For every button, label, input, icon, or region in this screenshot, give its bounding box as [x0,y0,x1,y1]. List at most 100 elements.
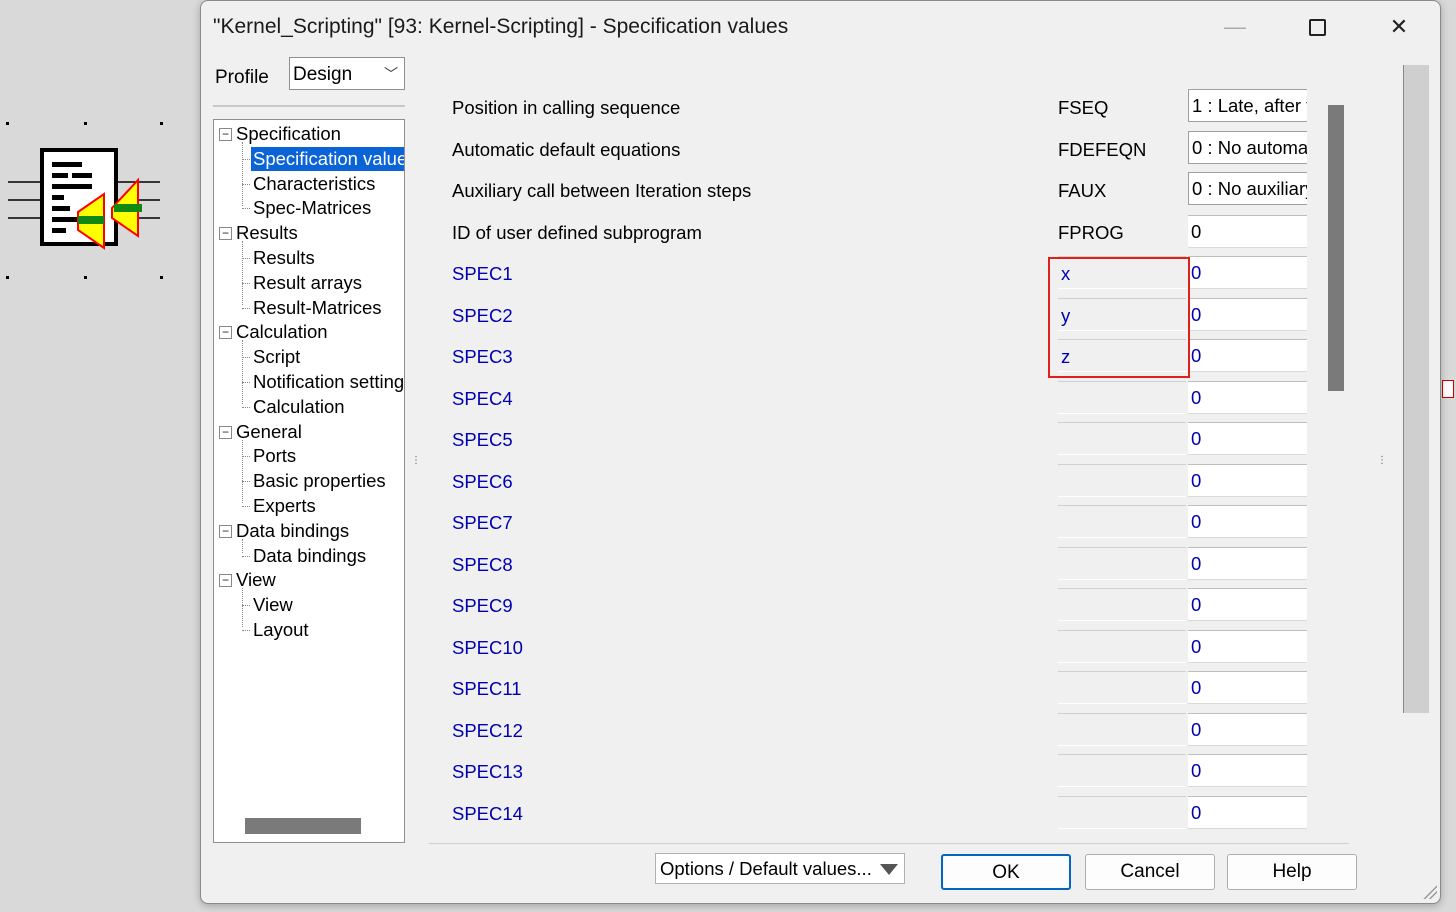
tree-connector [242,630,250,631]
title-bar[interactable]: "Kernel_Scripting" [93: Kernel-Scripting… [201,1,1440,53]
navigation-tree[interactable]: − Specification Specification values Charac… [213,119,405,843]
close-button[interactable]: ✕ [1377,9,1421,45]
spec-symbol-field[interactable]: z [1058,339,1186,372]
spec-symbol-field[interactable] [1058,754,1186,787]
tree-item[interactable]: Notification settings [251,370,404,394]
spec-row: SPEC13 0 [427,753,1307,789]
tree-connector [242,382,250,383]
tree-item[interactable]: Calculation [251,395,347,419]
ok-button[interactable]: OK [941,854,1071,890]
spec-value-input[interactable]: 0 [1188,754,1307,787]
tree-group[interactable]: Results [234,221,300,245]
spec-value-input[interactable]: 0 [1188,380,1307,414]
spec-row: SPEC11 0 [427,670,1307,706]
spec-row: SPEC4 0 [427,380,1307,416]
close-icon: ✕ [1389,14,1409,39]
spec-symbol-field[interactable] [1058,505,1186,538]
tree-connector [242,307,250,309]
tree-connector [242,439,243,504]
tree-group[interactable]: Calculation [234,320,330,344]
tree-connector [242,340,243,404]
param-select[interactable]: 1 : Late, after fluids are recalculated﹀ [1188,89,1307,122]
param-code: FPROG [1058,221,1124,243]
splitter-grip-icon[interactable]: ⋮ [411,455,421,466]
tree-group[interactable]: Data bindings [234,519,351,543]
tree-item[interactable]: Result-Matrices [251,296,384,320]
spec-symbol-field[interactable] [1058,463,1186,497]
collapse-icon[interactable]: − [219,326,232,340]
spec-symbol-field[interactable] [1058,795,1186,829]
collapse-icon[interactable]: − [219,574,232,588]
spec-symbol-field[interactable] [1058,546,1186,580]
tree-item[interactable]: View [251,593,295,617]
spec-row: SPEC12 0 [427,712,1307,748]
tree-group[interactable]: View [234,568,278,592]
spec-symbol-field[interactable]: x [1058,256,1186,289]
param-input[interactable]: 0 [1188,214,1307,248]
spec-value-input[interactable]: 0 [1188,256,1307,289]
spec-symbol-field[interactable] [1058,588,1186,621]
spec-value-input[interactable]: 0 [1188,505,1307,538]
minimize-icon: — [1224,14,1246,39]
spec-value-input[interactable]: 0 [1188,671,1307,704]
spec-value-input[interactable]: 0 [1188,629,1307,663]
kernel-scripting-component-icon [8,148,160,250]
tree-connector [242,357,250,359]
selection-handle [84,276,87,279]
maximize-icon [1308,18,1326,36]
spec-value-input[interactable]: 0 [1188,339,1307,372]
spec-symbol-field[interactable] [1058,380,1186,414]
tree-item[interactable]: Spec-Matrices [251,196,373,220]
spec-value-input[interactable]: 0 [1188,546,1307,580]
selection-handle [6,276,9,279]
param-select[interactable]: 0 : No automatic default equations﹀ [1188,130,1307,164]
resize-grip-icon[interactable] [1423,885,1437,899]
spec-value-input[interactable]: 0 [1188,795,1307,829]
spec-value-input[interactable]: 0 [1188,297,1307,331]
tree-item[interactable]: Results [251,246,317,270]
collapse-icon[interactable]: − [219,128,232,141]
param-label: Automatic default equations [452,138,681,160]
spec-value-input[interactable]: 0 [1188,712,1307,746]
tree-group[interactable]: General [234,420,304,444]
spec-symbol-field[interactable] [1058,422,1186,455]
help-button[interactable]: Help [1227,854,1357,890]
grid-vertical-scrollbar[interactable] [1311,75,1349,841]
spec-symbol-field[interactable] [1058,712,1186,746]
tree-item[interactable]: Script [251,345,302,369]
tree-item[interactable]: Data bindings [251,544,368,568]
tree-item[interactable]: Characteristics [251,172,377,196]
collapse-icon[interactable]: − [219,524,232,538]
tree-group[interactable]: Specification [234,122,343,146]
param-row: Auxiliary call between Iteration steps FA… [427,172,1307,208]
spec-value-input[interactable]: 0 [1188,463,1307,497]
collapse-icon[interactable]: − [219,227,232,241]
spec-symbol-field[interactable] [1058,629,1186,663]
canvas-component[interactable] [0,110,175,290]
minimize-button[interactable]: — [1213,9,1257,45]
collapse-icon[interactable]: − [219,425,232,439]
profile-select[interactable]: Design ﹀ [289,57,405,90]
tree-item[interactable]: Ports [251,444,298,468]
profile-value: Design [293,64,353,85]
spec-value-input[interactable]: 0 [1188,588,1307,621]
spec-row: SPEC9 0 [427,587,1307,623]
spec-symbol-field[interactable]: y [1058,297,1186,331]
grid-scrollbar-thumb[interactable] [1328,105,1344,391]
cancel-button[interactable]: Cancel [1085,854,1215,890]
spec-label: SPEC12 [452,719,523,741]
maximize-button[interactable] [1295,9,1339,45]
tree-horizontal-scrollbar-thumb[interactable] [245,818,361,834]
param-select[interactable]: 0 : No auxiliary calls﹀ [1188,172,1307,205]
spec-value-input[interactable]: 0 [1188,422,1307,455]
spec-symbol-field[interactable] [1058,671,1186,704]
tree-item[interactable]: Basic properties [251,469,388,493]
spec-label: SPEC2 [452,304,513,326]
options-default-values-button[interactable]: Options / Default values... [655,853,905,884]
tree-connector [242,456,250,458]
tree-item[interactable]: Experts [251,494,318,518]
tree-item[interactable]: Specification values [251,146,404,171]
tree-item[interactable]: Result arrays [251,271,364,295]
tree-item[interactable]: Layout [251,618,311,642]
splitter-grip-icon[interactable]: ⋮ [1377,455,1387,466]
